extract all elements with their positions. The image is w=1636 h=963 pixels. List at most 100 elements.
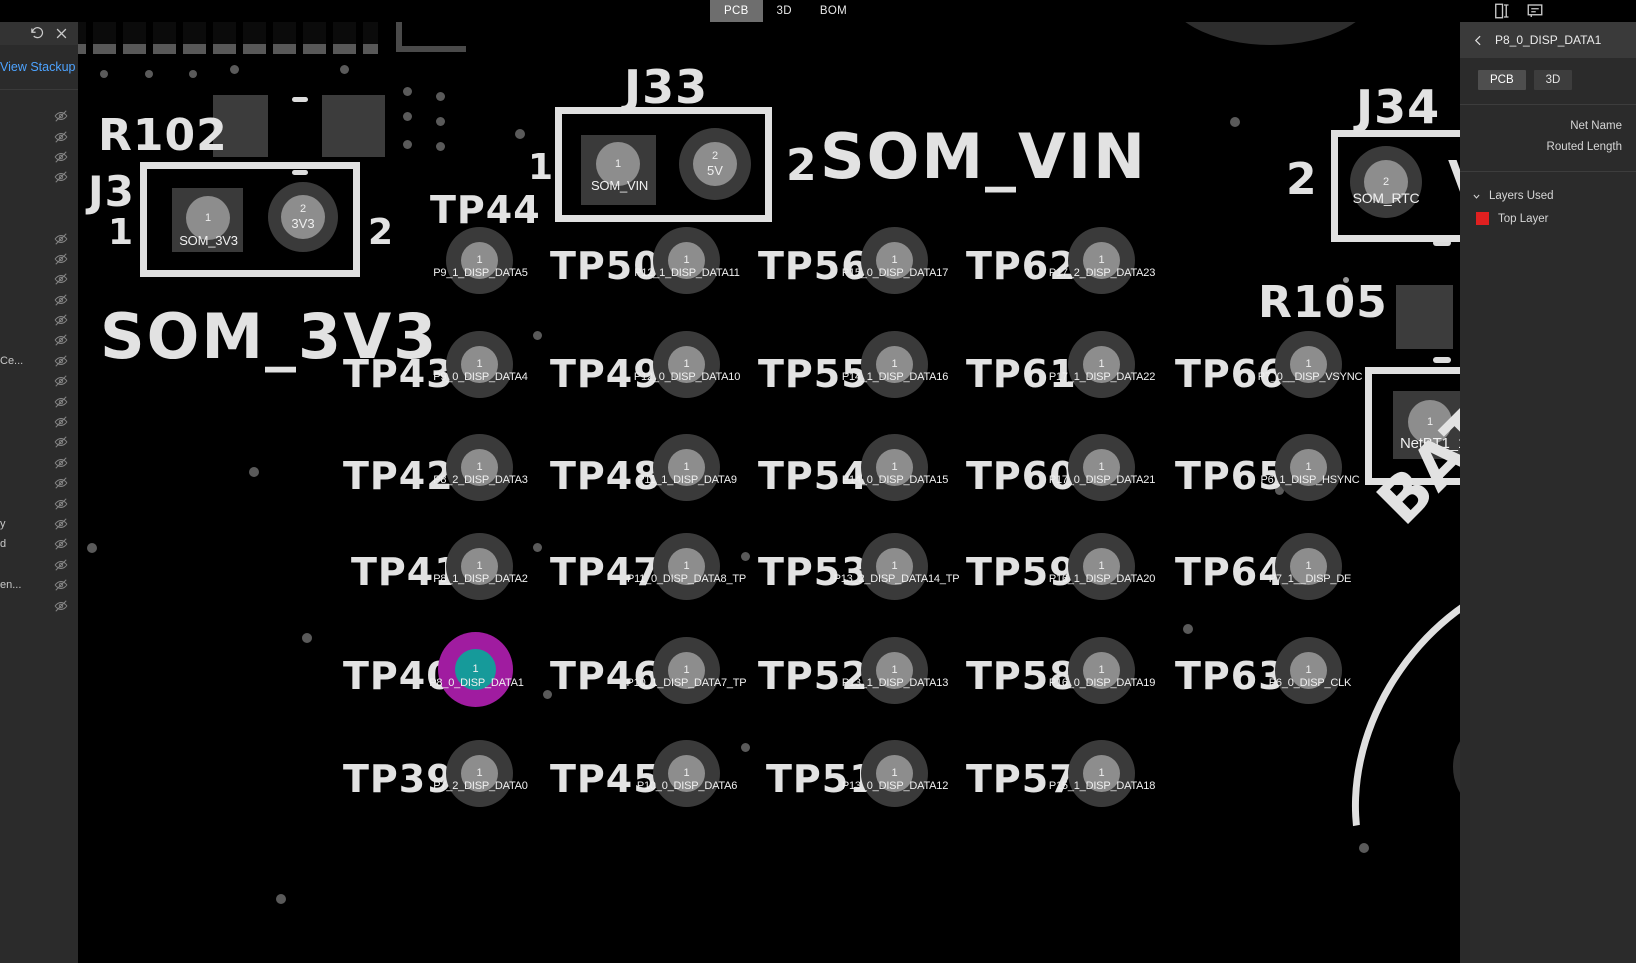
- testpoint-pad-tp46[interactable]: 1: [653, 637, 720, 704]
- eye-off-icon[interactable]: [54, 130, 68, 144]
- testpoint-pad-tp41[interactable]: 1: [446, 533, 513, 600]
- layer-row[interactable]: [0, 595, 78, 615]
- testpoint-pad-tp54[interactable]: 1: [861, 434, 928, 501]
- layer-row[interactable]: [0, 269, 78, 289]
- layer-row[interactable]: [0, 412, 78, 432]
- close-icon[interactable]: [54, 26, 69, 41]
- connector-j3-pad2[interactable]: 2 3V3: [268, 182, 338, 252]
- eye-off-icon[interactable]: [54, 293, 68, 307]
- testpoint-pad-tp65[interactable]: 1: [1275, 434, 1342, 501]
- layer-row[interactable]: [0, 126, 78, 146]
- testpoint-pad-tp48[interactable]: 1: [653, 434, 720, 501]
- layer-row[interactable]: [0, 473, 78, 493]
- eye-off-icon[interactable]: [54, 476, 68, 490]
- view-stackup-link[interactable]: View Stackup: [0, 60, 76, 74]
- eye-off-icon[interactable]: [54, 313, 68, 327]
- eye-off-icon[interactable]: [54, 558, 68, 572]
- layers-used-header[interactable]: Layers Used: [1472, 190, 1636, 202]
- tab-pcb[interactable]: PCB: [710, 0, 763, 22]
- eye-off-icon[interactable]: [54, 272, 68, 286]
- eye-off-icon[interactable]: [54, 232, 68, 246]
- layer-entry-top-layer[interactable]: Top Layer: [1472, 202, 1636, 225]
- pad-number: 1: [1098, 461, 1105, 473]
- testpoint-pad-tp49[interactable]: 1: [653, 331, 720, 398]
- eye-off-icon[interactable]: [54, 109, 68, 123]
- testpoint-pad-tp44[interactable]: 1: [446, 227, 513, 294]
- testpoint-pad-tp57[interactable]: 1: [1068, 740, 1135, 807]
- testpoint-pad-tp56[interactable]: 1: [861, 227, 928, 294]
- testpoint-pad-tp61[interactable]: 1: [1068, 331, 1135, 398]
- layer-row[interactable]: [0, 106, 78, 126]
- testpoint-pad-tp50[interactable]: 1: [653, 227, 720, 294]
- layer-row[interactable]: [0, 432, 78, 452]
- eye-off-icon[interactable]: [54, 374, 68, 388]
- pad-number: 1: [1305, 358, 1312, 370]
- eye-off-icon[interactable]: [54, 354, 68, 368]
- measure-icon[interactable]: [1492, 2, 1510, 20]
- layer-row[interactable]: y: [0, 514, 78, 534]
- testpoint-pad-tp45[interactable]: 1: [653, 740, 720, 807]
- tab-3d[interactable]: 3D: [763, 0, 806, 22]
- testpoint-pad-tp66[interactable]: 1: [1275, 331, 1342, 398]
- layer-row[interactable]: [0, 555, 78, 575]
- layer-row[interactable]: Ce...: [0, 351, 78, 371]
- testpoint-pad-tp53[interactable]: 1: [861, 533, 928, 600]
- eye-off-icon[interactable]: [54, 252, 68, 266]
- testpoint-pad-tp55[interactable]: 1: [861, 331, 928, 398]
- refdes-j33: J33: [624, 60, 709, 114]
- testpoint-pad-tp51[interactable]: 1: [861, 740, 928, 807]
- connector-j3-pad1[interactable]: 1: [178, 188, 238, 248]
- comment-icon[interactable]: [1526, 2, 1544, 20]
- connector-j33-pad1[interactable]: 1: [588, 134, 648, 194]
- eye-off-icon[interactable]: [54, 599, 68, 613]
- properties-mode-3d[interactable]: 3D: [1533, 70, 1573, 90]
- testpoint-pad-tp39[interactable]: 1: [446, 740, 513, 807]
- layer-row[interactable]: [0, 147, 78, 167]
- testpoint-pad-tp60[interactable]: 1: [1068, 434, 1135, 501]
- layer-row[interactable]: en...: [0, 575, 78, 595]
- eye-off-icon[interactable]: [54, 395, 68, 409]
- pcb-canvas[interactable]: R102 1 SOM_3V3 2 3V3 J3 1 2 SOM_3V3 1 SO: [78, 22, 1636, 963]
- pad-number: 1: [683, 560, 690, 572]
- testpoint-pad-tp43[interactable]: 1: [446, 331, 513, 398]
- testpoint-pad-tp62[interactable]: 1: [1068, 227, 1135, 294]
- testpoint-pad-tp47[interactable]: 1: [653, 533, 720, 600]
- eye-off-icon[interactable]: [54, 578, 68, 592]
- layer-row[interactable]: [0, 330, 78, 350]
- via: [302, 633, 312, 643]
- connector-j34-pad2[interactable]: 2: [1350, 146, 1422, 218]
- testpoint-pad-tp59[interactable]: 1: [1068, 533, 1135, 600]
- testpoint-pad-tp58[interactable]: 1: [1068, 637, 1135, 704]
- layer-row[interactable]: [0, 310, 78, 330]
- testpoint-pad-tp40-selected[interactable]: 1: [438, 632, 513, 707]
- testpoint-pad-tp63[interactable]: 1: [1275, 637, 1342, 704]
- layer-row[interactable]: [0, 453, 78, 473]
- testpoint-pad-tp42[interactable]: 1: [446, 434, 513, 501]
- eye-off-icon[interactable]: [54, 415, 68, 429]
- layer-row[interactable]: [0, 290, 78, 310]
- layer-row[interactable]: [0, 391, 78, 411]
- layer-row[interactable]: [0, 167, 78, 187]
- pad-net: 5V: [707, 163, 723, 178]
- eye-off-icon[interactable]: [54, 497, 68, 511]
- properties-mode-pcb[interactable]: PCB: [1478, 70, 1526, 90]
- testpoint-pad-tp64[interactable]: 1: [1275, 533, 1342, 600]
- eye-off-icon[interactable]: [54, 435, 68, 449]
- eye-off-icon[interactable]: [54, 150, 68, 164]
- eye-off-icon[interactable]: [54, 537, 68, 551]
- tab-bom[interactable]: BOM: [806, 0, 861, 22]
- eye-off-icon[interactable]: [54, 170, 68, 184]
- layer-row[interactable]: [0, 228, 78, 248]
- chevron-left-icon[interactable]: [1472, 34, 1485, 47]
- layer-row[interactable]: [0, 493, 78, 513]
- eye-off-icon[interactable]: [54, 456, 68, 470]
- connector-j33-pad2[interactable]: 2 5V: [679, 128, 751, 200]
- layer-row[interactable]: [0, 249, 78, 269]
- eye-off-icon[interactable]: [54, 517, 68, 531]
- chevron-down-icon[interactable]: [1472, 192, 1481, 201]
- eye-off-icon[interactable]: [54, 333, 68, 347]
- layer-row[interactable]: [0, 371, 78, 391]
- testpoint-pad-tp52[interactable]: 1: [861, 637, 928, 704]
- reset-icon[interactable]: [30, 26, 45, 41]
- layer-row[interactable]: d: [0, 534, 78, 554]
